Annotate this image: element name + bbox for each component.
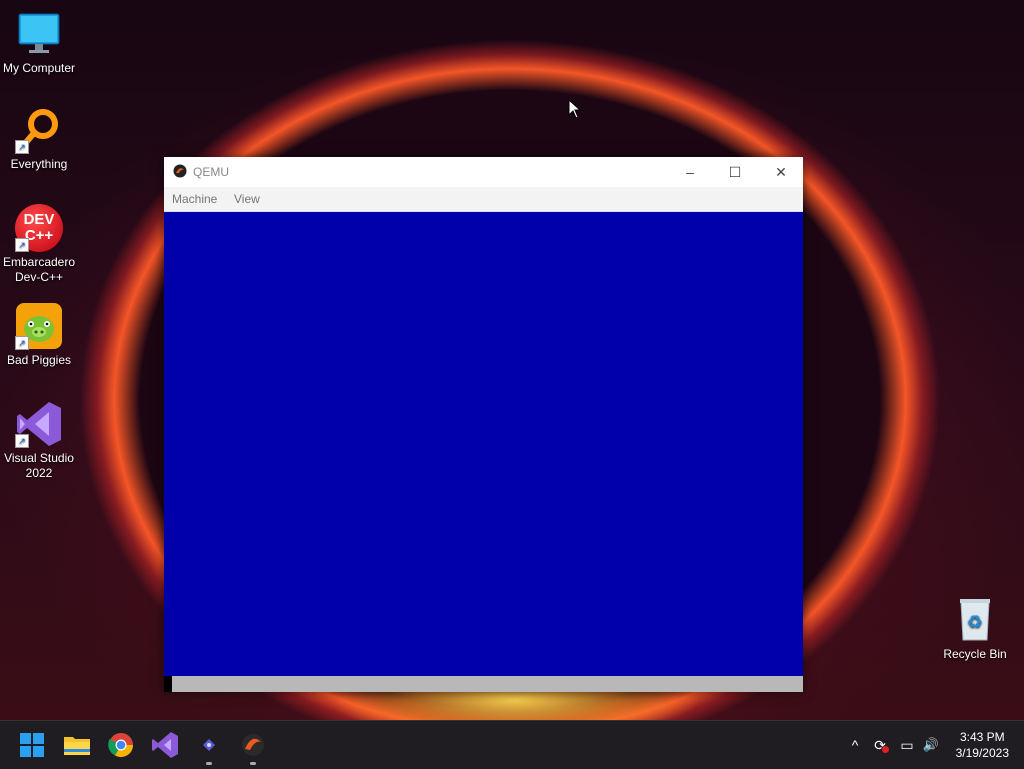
vm-display[interactable] [164, 212, 803, 676]
clock-time: 3:43 PM [959, 730, 1005, 744]
close-button[interactable]: ✕ [758, 157, 804, 187]
shortcut-arrow-icon: ↗ [15, 140, 29, 154]
taskbar-file-explorer[interactable] [61, 729, 93, 761]
volume-icon[interactable]: 🔊 [921, 735, 941, 755]
sync-icon[interactable]: ⟳ [870, 735, 890, 755]
chevron-up-icon[interactable]: ^ [845, 735, 865, 755]
qemu-icon [242, 734, 264, 756]
system-clock[interactable]: 3:43 PM 3/19/2023 [956, 729, 1009, 761]
desktop-icon-visual-studio[interactable]: ↗ Visual Studio 2022 [0, 400, 79, 481]
desktop-icon-recycle-bin[interactable]: ♻ Recycle Bin [935, 596, 1015, 662]
taskbar-visual-studio[interactable] [149, 729, 181, 761]
windows-logo-icon [20, 733, 44, 757]
svg-text:♻: ♻ [967, 612, 983, 633]
taskbar-chrome[interactable] [105, 729, 137, 761]
devcpp-icon: DEV C++ ↗ [15, 204, 63, 252]
desktop-icon-label: Bad Piggies [6, 353, 72, 367]
maximize-button[interactable]: ☐ [712, 157, 758, 187]
shortcut-arrow-icon: ↗ [15, 336, 29, 350]
taskbar: ^ ⟳ ▭ 🔊 3:43 PM 3/19/2023 [0, 720, 1024, 769]
mouse-cursor-icon [568, 98, 582, 124]
everything-search-icon: ↗ [15, 106, 63, 154]
menu-view[interactable]: View [234, 192, 260, 206]
folder-icon [64, 737, 90, 755]
taskbar-qemu[interactable] [237, 729, 269, 765]
shortcut-arrow-icon: ↗ [15, 434, 29, 448]
desktop-icon-devcpp[interactable]: DEV C++ ↗ Embarcadero Dev-C++ [0, 204, 79, 285]
clock-date: 3/19/2023 [955, 746, 1009, 760]
start-button[interactable] [16, 729, 48, 761]
desktop-icon-bad-piggies[interactable]: ↗ Bad Piggies [0, 302, 79, 368]
visual-studio-icon: ↗ [15, 400, 63, 448]
bad-piggies-icon: ↗ [15, 302, 63, 350]
qemu-window[interactable]: QEMU – ☐ ✕ Machine View [164, 157, 803, 692]
menu-bar: Machine View [164, 187, 803, 212]
desktop-icon-label: My Computer [2, 61, 76, 75]
shortcut-arrow-icon: ↗ [15, 238, 29, 252]
window-titlebar[interactable]: QEMU – ☐ ✕ [164, 157, 803, 187]
running-indicator [250, 762, 256, 765]
status-indicator [164, 676, 172, 692]
desktop-icon-everything[interactable]: ↗ Everything [0, 106, 79, 172]
status-bar [164, 676, 803, 692]
desktop: My Computer ↗ Everything DEV C++ ↗ Embar… [0, 0, 1024, 720]
desktop-icon-label: Everything [10, 157, 68, 171]
taskbar-app[interactable] [193, 729, 225, 765]
desktop-icon-label: Visual Studio 2022 [4, 451, 74, 480]
monitor-icon [15, 10, 63, 58]
window-title: QEMU [193, 165, 229, 179]
qemu-app-icon [173, 164, 187, 178]
desktop-icon-label: Embarcadero Dev-C++ [2, 255, 76, 284]
visual-studio-icon [152, 732, 178, 758]
running-indicator [206, 762, 212, 765]
recycle-bin-icon: ♻ [951, 596, 999, 644]
network-icon[interactable]: ▭ [897, 735, 917, 755]
desktop-icon-my-computer[interactable]: My Computer [0, 10, 79, 76]
chrome-icon [108, 733, 133, 758]
alert-dot [882, 746, 889, 753]
desktop-icon-label: Recycle Bin [943, 647, 1007, 661]
terminal-app-icon [203, 739, 215, 751]
menu-machine[interactable]: Machine [172, 192, 217, 206]
minimize-button[interactable]: – [667, 157, 713, 187]
